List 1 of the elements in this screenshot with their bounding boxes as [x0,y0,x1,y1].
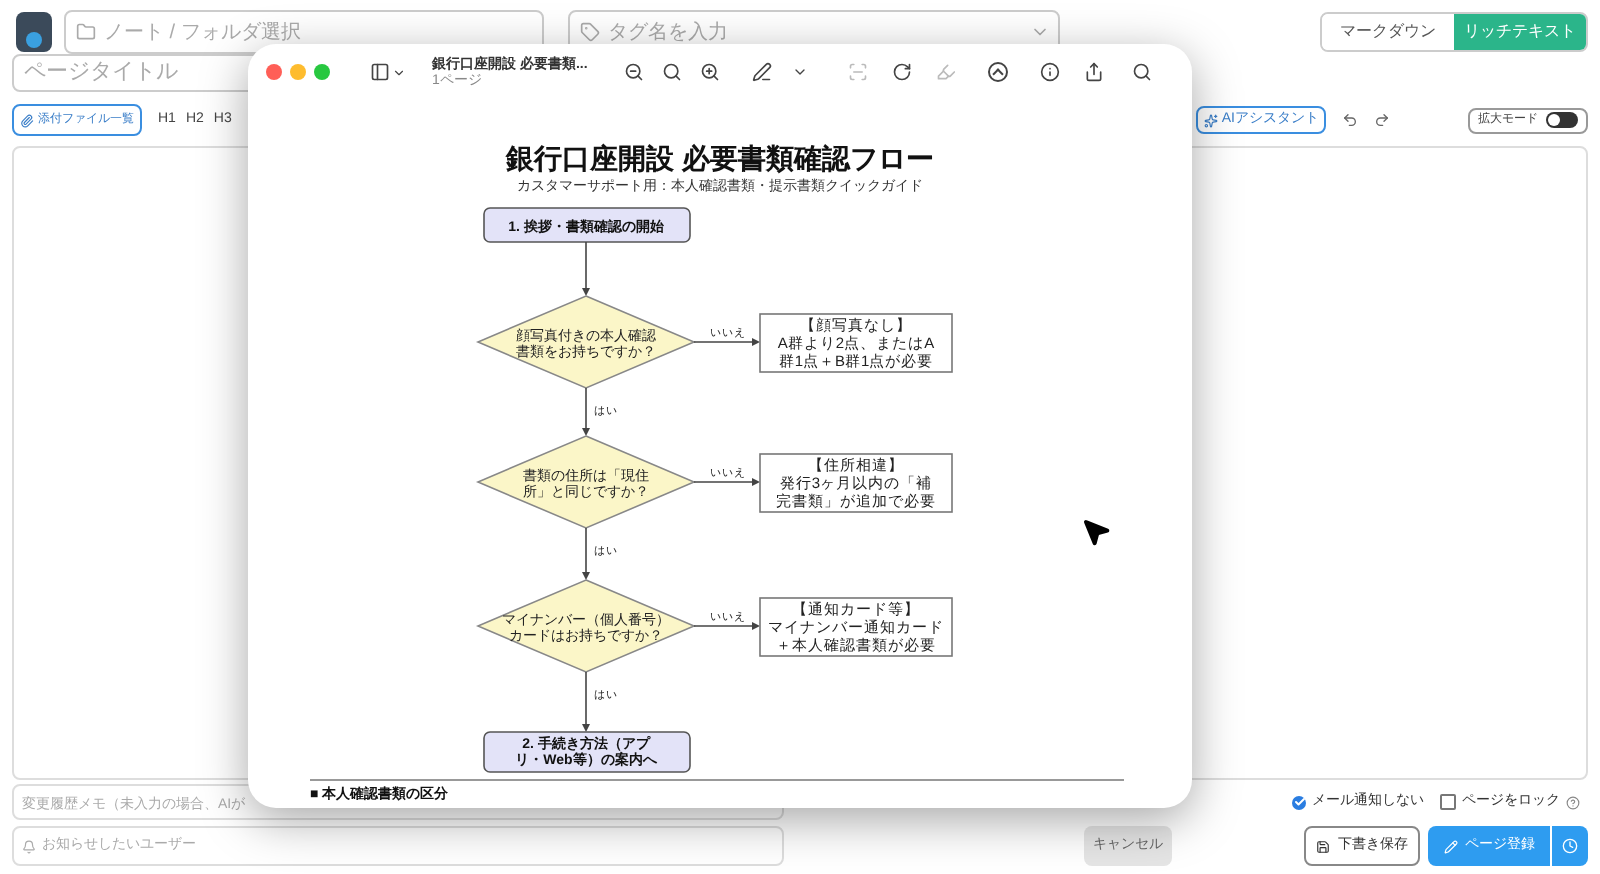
document-title: 銀行口座開設 必要書類確認フロー [506,142,934,174]
